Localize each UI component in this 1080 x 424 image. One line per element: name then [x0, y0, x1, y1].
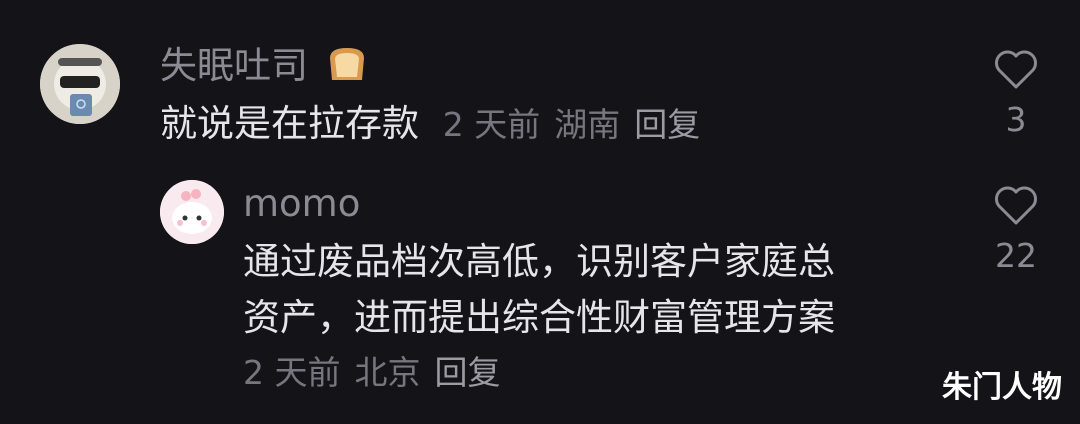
- heart-icon: [995, 50, 1037, 89]
- like-button[interactable]: 3: [986, 48, 1046, 140]
- bread-emoji-icon: [329, 48, 364, 80]
- comment-text-line: 通过废品档次高低，识别客户家庭总: [243, 240, 835, 283]
- comment-text: 就说是在拉存款 2 天前 湖南 回复: [160, 102, 701, 145]
- watermark: 朱门人物: [942, 370, 1062, 405]
- comment-meta: 2 天前 北京 回复: [243, 345, 515, 401]
- comment-text-line: 资产，进而提出综合性财富管理方案: [243, 296, 835, 339]
- timestamp: 2 天前: [442, 105, 541, 144]
- like-button[interactable]: 22: [986, 184, 1046, 276]
- timestamp: 2 天前: [243, 353, 341, 392]
- location: 北京: [354, 353, 421, 392]
- avatar[interactable]: [40, 44, 120, 124]
- like-count: 3: [1005, 100, 1027, 139]
- avatar[interactable]: [160, 180, 224, 244]
- username[interactable]: momo: [243, 182, 360, 226]
- avatar-bear-icon: [40, 44, 120, 124]
- reply-button[interactable]: 回复: [634, 105, 700, 144]
- location: 湖南: [554, 105, 621, 144]
- username[interactable]: 失眠吐司: [160, 44, 370, 88]
- heart-icon: [995, 186, 1037, 225]
- avatar-cartoon-icon: [160, 180, 224, 244]
- like-count: 22: [995, 236, 1037, 275]
- reply-button[interactable]: 回复: [435, 353, 501, 392]
